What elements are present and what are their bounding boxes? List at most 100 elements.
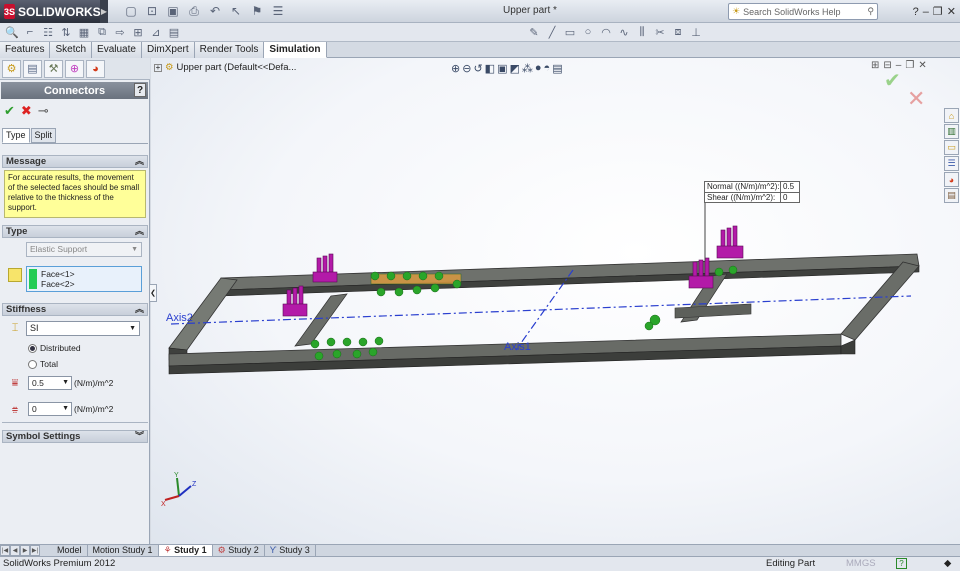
tab-study-1[interactable]: ⚘ Study 1 [158,545,213,556]
print-icon[interactable]: ⎙ [185,2,203,20]
new-document-icon[interactable]: ▢ [122,2,140,20]
normal-stiffness-input[interactable]: 0.5 ▼ [28,376,72,390]
unit-system[interactable]: MMGS [846,557,876,571]
study-icon: ⚙ [217,545,226,555]
restore-icon[interactable]: ❐ [933,5,943,18]
last-tab-icon[interactable]: ▶| [30,545,40,556]
tab-study-2-label: Study 2 [228,545,259,555]
tab-study-2[interactable]: ⚙ Study 2 [213,545,265,556]
stiffness-header-label: Stiffness [6,304,47,315]
configuration-manager-icon[interactable]: ⚒ [44,59,63,78]
chevron-down-icon[interactable]: ▼ [62,377,69,389]
chevron-down-icon[interactable]: ▼ [62,403,69,415]
move-icon[interactable]: ⇨ [112,24,128,40]
ok-check-icon[interactable]: ✔ [4,103,15,119]
prev-tab-icon[interactable]: ◀ [10,545,20,556]
zoom-icon[interactable]: 🔍 [4,24,20,40]
face-selection-list[interactable]: Face<1> Face<2> [26,266,142,292]
tab-motion-study-1[interactable]: Motion Study 1 [88,545,159,556]
rebuild-icon[interactable]: ⚑ [248,2,266,20]
beam-plate [674,303,752,319]
feature-manager-icon[interactable]: ⚙ [2,59,21,78]
connector-symbol [386,271,396,281]
tab-sketch[interactable]: Sketch [50,42,93,58]
dimxpert-manager-icon[interactable]: ⊕ [65,59,84,78]
table-icon[interactable]: ▦ [76,24,92,40]
layer-icon[interactable]: ▤ [166,24,182,40]
stiffness-section-header[interactable]: Stiffness ︽ [2,303,148,316]
tab-dimxpert[interactable]: DimXpert [141,42,195,58]
status-options-icon[interactable]: ◆ [944,557,951,571]
radio-selected[interactable] [28,343,37,353]
close-icon[interactable]: ✕ [947,5,956,18]
connector-symbol [376,287,386,297]
face-item[interactable]: Face<2> [41,279,138,289]
first-tab-icon[interactable]: |◀ [0,545,10,556]
face-item[interactable]: Face<1> [41,269,138,279]
unit-system-select[interactable]: SI ▼ [26,321,140,336]
sort-icon[interactable]: ⇅ [58,24,74,40]
circle-icon[interactable]: ○ [580,24,596,40]
minimize-icon[interactable]: ‒ [923,6,929,18]
tab-study-3[interactable]: Ƴ Study 3 [265,545,316,556]
arc-icon[interactable]: ◠ [598,24,614,40]
pm-help-button[interactable]: ? [134,83,146,97]
sketch-tool-icon[interactable]: ✎ [526,24,542,40]
spline-icon[interactable]: ∿ [616,24,632,40]
trim-icon[interactable]: ✂ [652,24,668,40]
connector-symbols-top [370,271,462,297]
help-status-icon[interactable]: ? [896,558,907,569]
tab-model[interactable]: Model [52,545,88,556]
callout-shear-value[interactable]: 0 [781,193,787,202]
options-icon[interactable]: ☰ [269,2,287,20]
tab-type[interactable]: Type [2,128,30,143]
radio-unselected[interactable] [28,359,37,369]
type-section-header[interactable]: Type ︽ [2,225,148,238]
mirror-icon[interactable]: ⫼ [634,24,650,40]
rectangle-icon[interactable]: ▭ [562,24,578,40]
menu-expand-icon[interactable]: ▶ [100,0,108,23]
search-icon[interactable]: ⚲ [867,6,874,17]
model-study-tabs: |◀ ◀ ▶ ▶| Model Motion Study 1 ⚘ Study 1… [0,544,960,556]
shear-stiffness-input[interactable]: 0 ▼ [28,402,72,416]
property-manager-icon[interactable]: ▤ [23,59,42,78]
copy-icon[interactable]: ⧉ [94,24,110,40]
measure-icon[interactable]: ⊿ [148,24,164,40]
callout-normal-value[interactable]: 0.5 [781,182,794,192]
tab-simulation[interactable]: Simulation [264,42,327,58]
tree-icon[interactable]: ☷ [40,24,56,40]
axis2-label: Axis2 [166,312,193,324]
panel-collapse-handle[interactable]: ❮ [149,284,157,302]
connector-symbol [326,337,336,347]
undo-icon[interactable]: ↶ [206,2,224,20]
stiffness-callout[interactable]: Normal ((N/m)/m^2): 0.5 Shear ((N/m)/m^2… [704,181,800,203]
open-document-icon[interactable]: ⊡ [143,2,161,20]
help-menu-icon[interactable]: ? [913,6,919,18]
offset-icon[interactable]: ⧈ [670,24,686,40]
solidworks-logo[interactable]: 3S SOLIDWORKS [0,0,101,23]
tab-split[interactable]: Split [30,128,57,143]
svg-text:X: X [161,501,166,508]
connector-type-select[interactable]: Elastic Support ▼ [26,242,142,257]
next-tab-icon[interactable]: ▶ [20,545,30,556]
line-icon[interactable]: ╱ [544,24,560,40]
message-section-header[interactable]: Message ︽ [2,155,148,168]
fixture-symbol [312,253,338,283]
tab-evaluate[interactable]: Evaluate [92,42,142,58]
total-radio[interactable]: Total [28,358,58,370]
smart-dimension-icon[interactable]: ⌐ [22,24,38,40]
relations-icon[interactable]: ⊥ [688,24,704,40]
pushpin-icon[interactable]: ⊸ [38,103,49,119]
grid-icon[interactable]: ⊞ [130,24,146,40]
symbol-settings-section-header[interactable]: Symbol Settings ︾ [2,430,148,443]
distributed-radio[interactable]: Distributed [28,342,81,354]
help-search-input[interactable]: ☀ Search SolidWorks Help ⚲ [728,3,878,20]
tab-render-tools[interactable]: Render Tools [194,42,265,58]
display-manager-icon[interactable]: ◕ [86,59,105,78]
save-icon[interactable]: ▣ [164,2,182,20]
manager-tabs: ⚙ ▤ ⚒ ⊕ ◕ [0,58,150,80]
cancel-x-icon[interactable]: ✖ [21,103,32,119]
graphics-area[interactable]: + ⚙ Upper part (Default<<Defa... ⊕ ⊖ ↺ ◧… [151,58,960,544]
select-icon[interactable]: ↖ [227,2,245,20]
tab-features[interactable]: Features [0,42,51,58]
